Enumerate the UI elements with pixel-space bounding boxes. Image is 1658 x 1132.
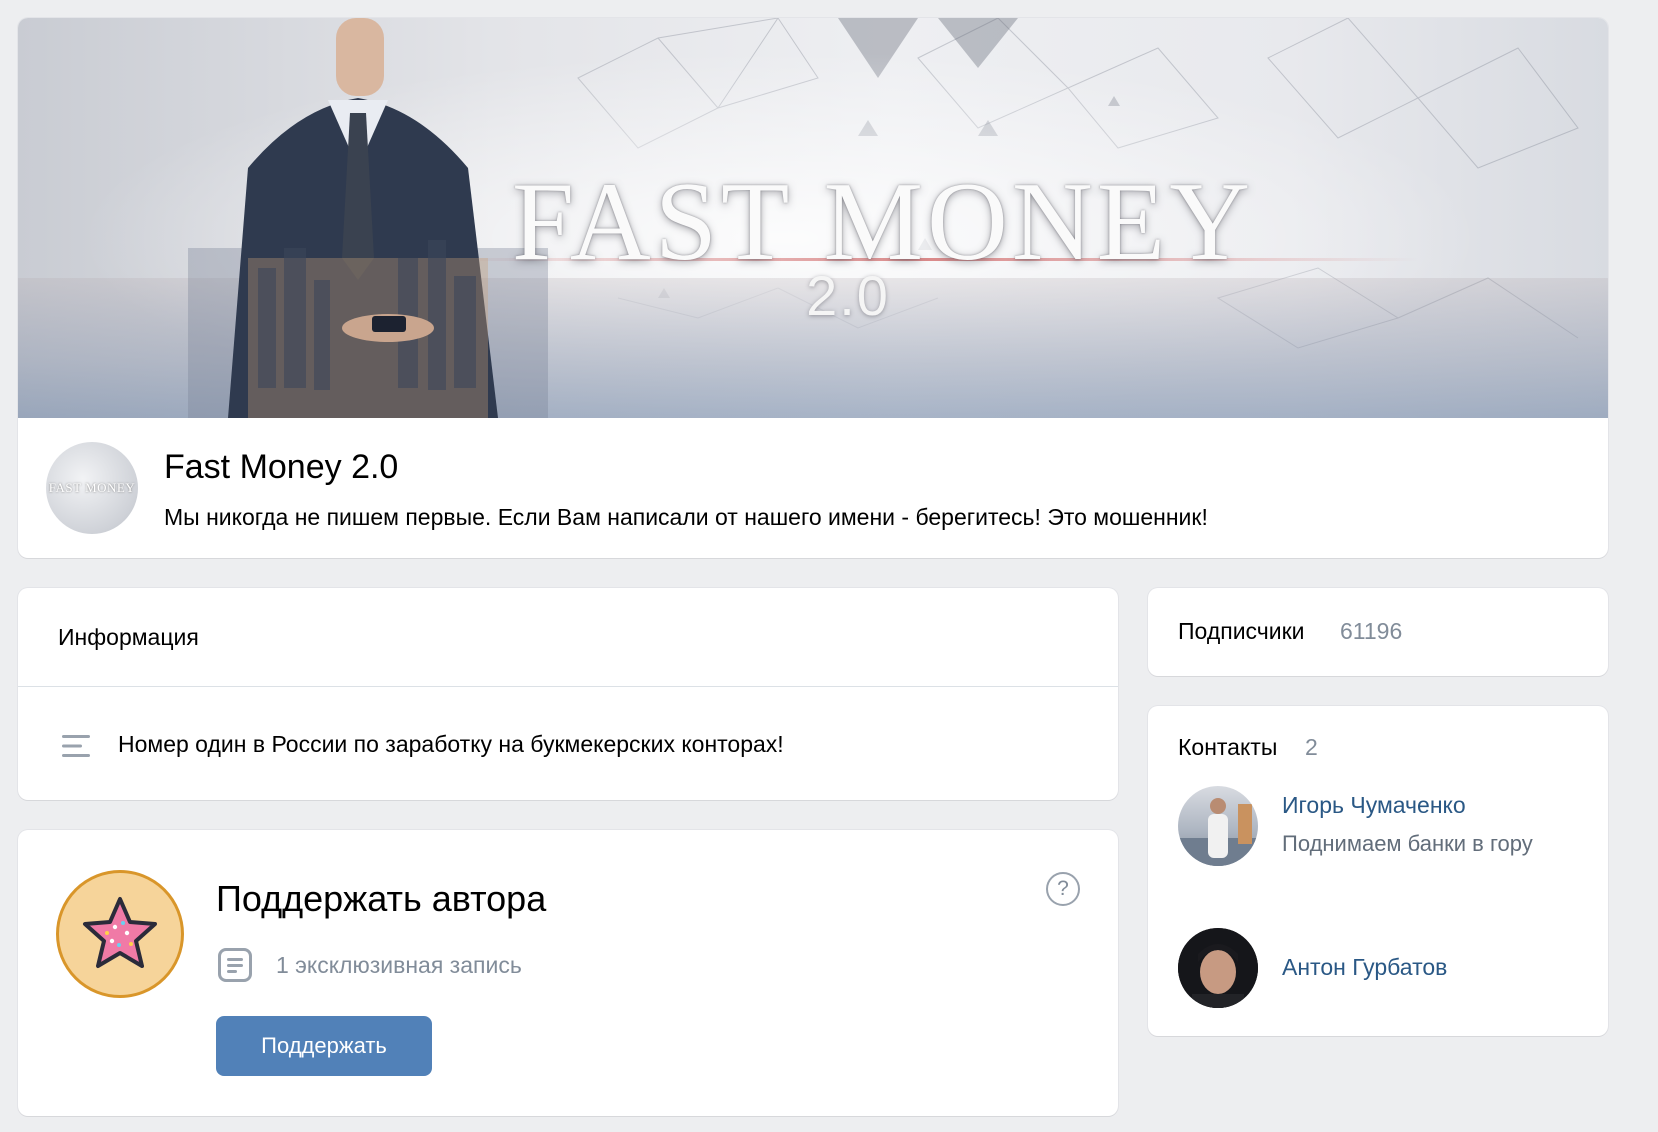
contact-photo [1178, 928, 1258, 1008]
group-avatar[interactable]: FAST MONEY [46, 442, 138, 534]
information-description: Номер один в России по заработку на букм… [118, 731, 784, 757]
information-title: Информация [58, 624, 199, 650]
post-icon [218, 948, 252, 982]
exclusive-posts-count: 1 эксклюзивная запись [276, 952, 522, 978]
subscribers-count: 61196 [1340, 618, 1403, 644]
group-name: Fast Money 2.0 [164, 448, 399, 486]
donut-star-icon [83, 897, 157, 968]
cover-subtitle: 2.0 [806, 264, 890, 327]
contact-name[interactable]: Антон Гурбатов [1282, 954, 1447, 981]
contacts-label[interactable]: Контакты [1178, 734, 1277, 761]
group-avatar-text: FAST MONEY [48, 480, 136, 495]
contact-name[interactable]: Игорь Чумаченко [1282, 792, 1466, 819]
support-author-card: Поддержать автора ? 1 эксклюзивная запис… [18, 830, 1118, 1116]
contact-avatar[interactable] [1178, 786, 1258, 866]
contact-avatar[interactable] [1178, 928, 1258, 1008]
contacts-count: 2 [1305, 734, 1318, 760]
support-button[interactable]: Поддержать [216, 1016, 432, 1076]
group-status: Мы никогда не пишем первые. Если Вам нап… [164, 504, 1208, 530]
group-header-card: FAST MONEY 2.0 FAST MONEY Fast Money 2.0… [18, 18, 1608, 558]
subscribers-label: Подписчики [1178, 618, 1305, 644]
contacts-card: Контакты 2 Игорь Чумаченко Поднимаем бан… [1148, 706, 1608, 1036]
text-lines-icon [62, 735, 90, 757]
support-title: Поддержать автора [216, 878, 547, 919]
information-divider [18, 686, 1118, 687]
cover-image[interactable]: FAST MONEY 2.0 [18, 18, 1608, 418]
information-card: Информация Номер один в России по зарабо… [18, 588, 1118, 800]
contact-description: Поднимаем банки в гору [1282, 831, 1533, 856]
subscribers-card[interactable]: Подписчики 61196 [1148, 588, 1608, 676]
contact-photo [1178, 798, 1258, 866]
donut-badge [56, 870, 184, 998]
help-icon[interactable]: ? [1046, 872, 1080, 906]
